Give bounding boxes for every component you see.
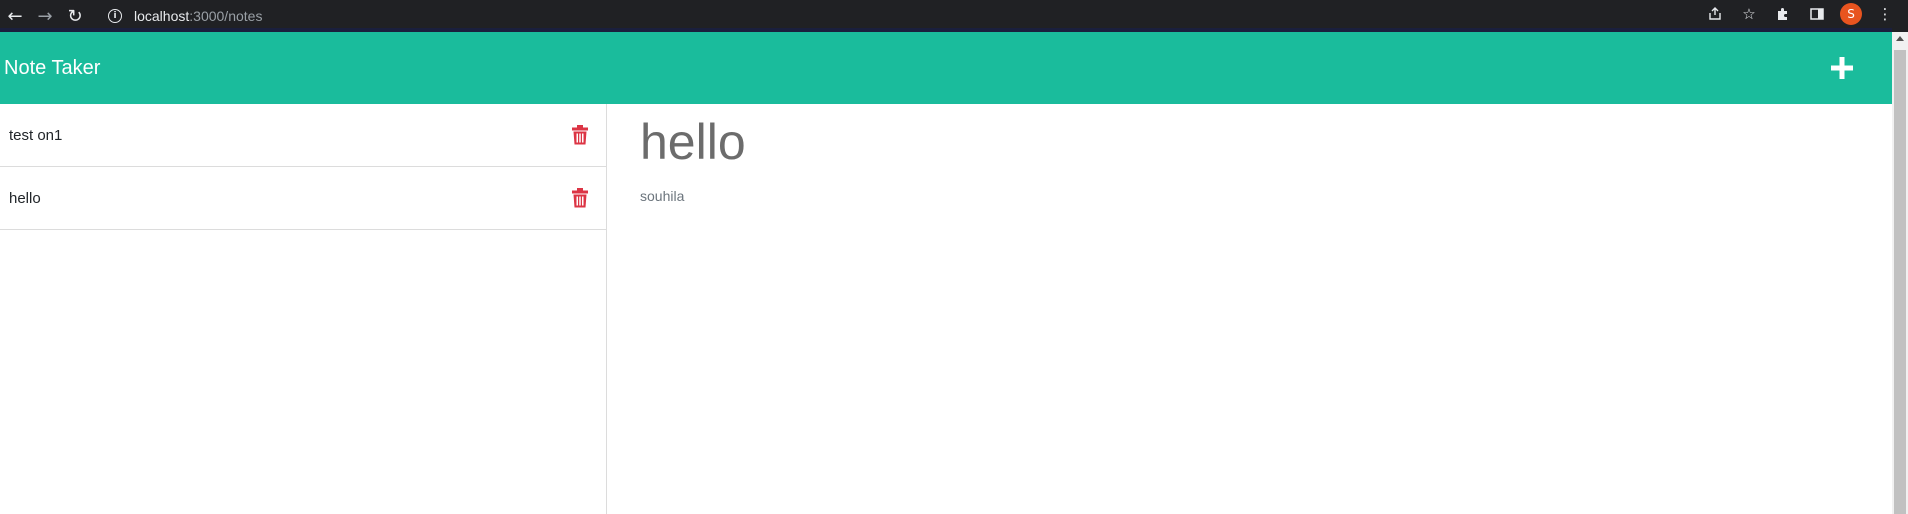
address-bar[interactable]: i localhost:3000/notes (96, 3, 1720, 29)
menu-kebab-icon[interactable]: ⋮ (1870, 0, 1900, 28)
url-host: localhost (134, 8, 190, 24)
site-info-icon[interactable]: i (108, 9, 122, 23)
side-panel-icon[interactable] (1802, 0, 1832, 28)
note-title: test on1 (9, 126, 63, 144)
reload-icon[interactable]: ↻ (60, 2, 90, 30)
trash-icon[interactable] (572, 188, 588, 208)
forward-icon[interactable]: → (30, 2, 60, 30)
bookmark-star-icon[interactable]: ☆ (1734, 0, 1764, 28)
note-text-field[interactable]: souhila (640, 188, 746, 204)
avatar: S (1840, 3, 1862, 25)
scroll-thumb[interactable] (1894, 50, 1906, 514)
extensions-icon[interactable] (1768, 0, 1798, 28)
url-path: :3000/notes (189, 8, 263, 24)
list-item[interactable]: hello (0, 167, 606, 230)
share-icon[interactable] (1700, 0, 1730, 28)
url-text[interactable]: localhost:3000/notes (134, 8, 262, 24)
profile-button[interactable]: S (1836, 0, 1866, 28)
list-item[interactable]: test on1 (0, 104, 606, 167)
back-icon[interactable]: ← (0, 2, 30, 30)
new-note-button[interactable] (1822, 48, 1862, 88)
browser-actions: ☆ S ⋮ (1700, 0, 1908, 28)
page-scrollbar[interactable] (1892, 32, 1908, 514)
note-title-field[interactable]: hello (640, 112, 746, 172)
note-editor: hello souhila (640, 112, 746, 204)
app-header: Note Taker (0, 32, 1892, 104)
app-title[interactable]: Note Taker (4, 57, 100, 80)
trash-icon[interactable] (572, 125, 588, 145)
notes-list: test on1 hello (0, 104, 607, 514)
plus-icon (1831, 57, 1853, 79)
scroll-up-icon[interactable] (1896, 36, 1904, 41)
note-title: hello (9, 189, 41, 207)
